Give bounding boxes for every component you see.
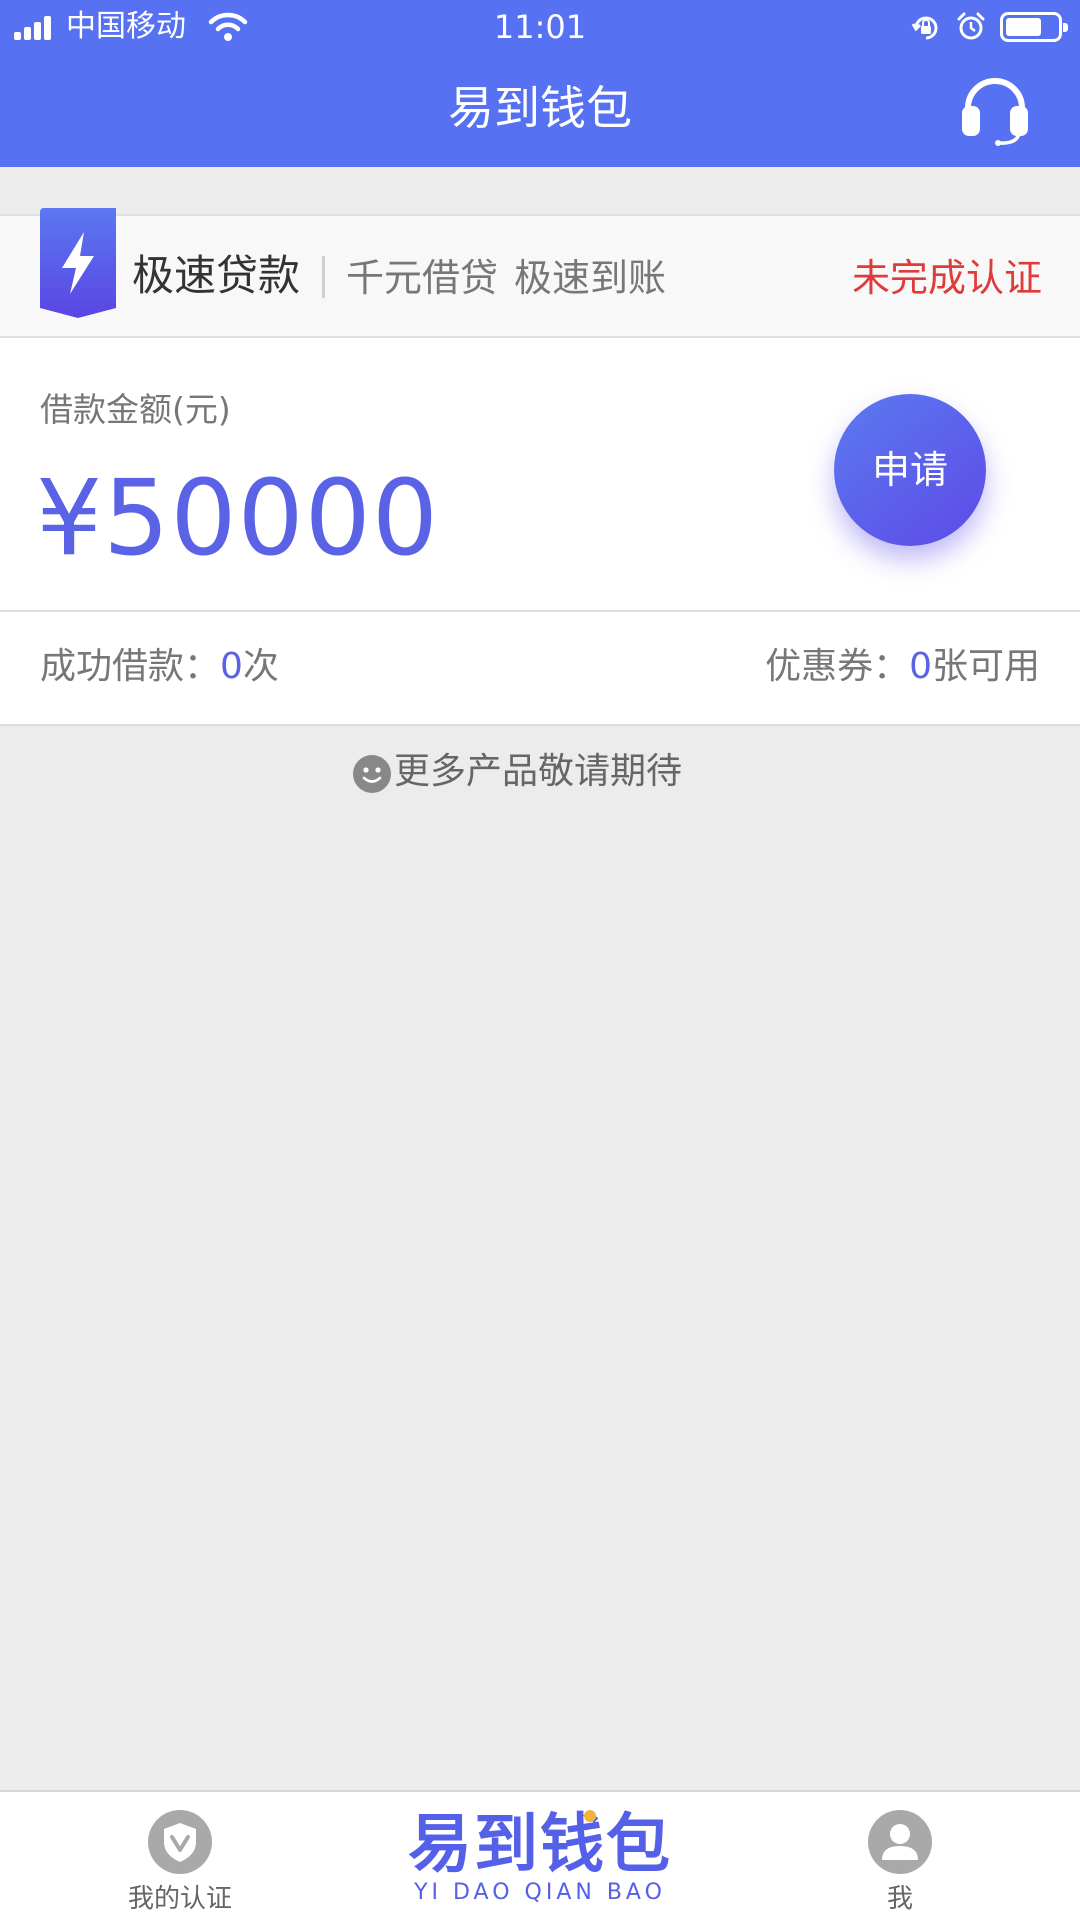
tab-label: 我 [886,1884,913,1914]
smiley-icon [353,755,391,793]
rotation-lock-icon [911,16,938,40]
logo-text-cn: 易到钱包 [408,1808,672,1882]
banner-tag: 千元借贷 [346,256,499,300]
alarm-icon [957,12,985,40]
tab-me[interactable]: 我 [800,1810,1000,1920]
speed-loan-banner[interactable]: 极速贷款 千元借贷 极速到账 未完成认证 [0,208,1080,338]
battery-icon [1000,12,1068,42]
banner-tag: 极速到账 [514,256,667,300]
apply-button[interactable]: 申请 [834,394,986,546]
loan-amount: ¥50000 [36,457,440,579]
success-count: 0 [220,646,243,687]
logo-dot [584,1810,596,1822]
lightning-ribbon-icon [40,208,116,318]
coupons[interactable]: 优惠券：0张可用 [765,642,1040,692]
status-bar: 中国移动 11:01 [0,0,1080,56]
bottom-tab-bar: 我的认证 易到钱包 YI DAO QIAN BAO 我 [0,1790,1080,1920]
stats-row: 成功借款：0次 优惠券：0张可用 [0,612,1080,726]
loan-amount-card: 借款金额(元) ¥50000 申请 [0,338,1080,612]
banner-title: 极速贷款 [132,251,301,300]
user-icon [868,1810,932,1874]
success-unit: 次 [242,646,279,687]
verification-status[interactable]: 未完成认证 [852,252,1042,304]
tab-label: 我的认证 [127,1884,232,1914]
divider [322,256,325,298]
amount-label: 借款金额(元) [40,390,231,429]
success-loans: 成功借款：0次 [40,642,279,692]
app-screen: 中国移动 11:01 易到钱包 极速贷款 千元借贷 极速到账 未完成认证 借款金… [0,0,1080,1920]
more-products-text: 更多产品敬请期待 [394,751,683,792]
battery-level [1006,18,1041,36]
page-title: 易到钱包 [448,81,632,135]
shield-v-icon [148,1810,212,1874]
coupon-label: 优惠券： [765,646,910,687]
top-bar: 中国移动 11:01 易到钱包 [0,0,1080,167]
coupon-unit: 张可用 [931,646,1040,687]
coupon-count: 0 [909,646,932,687]
brand-logo: 易到钱包 YI DAO QIAN BAO [400,1810,680,1906]
logo-text-en: YI DAO QIAN BAO [414,1880,666,1905]
success-label: 成功借款： [40,646,221,687]
headset-icon[interactable] [958,76,1032,146]
tab-my-verification[interactable]: 我的认证 [80,1810,280,1920]
